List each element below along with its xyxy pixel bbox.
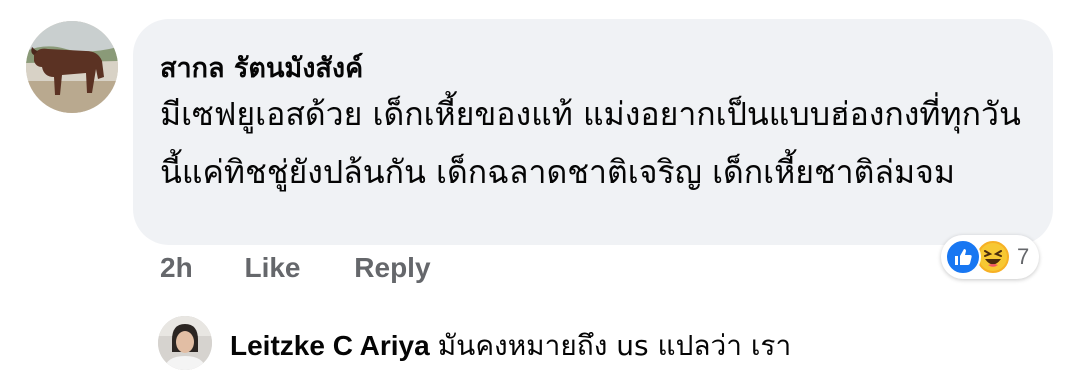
reply-text: มันคงหมายถึง us แปลว่า เรา xyxy=(437,329,792,362)
comment-author-name[interactable]: สากล รัตนมังสังค์ xyxy=(160,46,363,89)
reaction-count: 7 xyxy=(1017,244,1030,269)
comment-bubble: สากล รัตนมังสังค์ มีเซฟยูเอสด้วย เด็กเหี… xyxy=(133,19,1053,245)
cow-photo-icon xyxy=(26,21,118,113)
like-reaction-icon xyxy=(945,239,981,275)
like-button[interactable]: Like xyxy=(244,252,300,284)
comment-timestamp[interactable]: 2h xyxy=(160,252,193,284)
comment-text: มีเซฟยูเอสด้วย เด็กเหี้ยของแท้ แม่งอยากเ… xyxy=(160,95,1021,191)
reply-author-name[interactable]: Leitzke C Ariya xyxy=(230,330,430,361)
reply-button[interactable]: Reply xyxy=(354,252,430,284)
reply-comment: Leitzke C Ariya มันคงหมายถึง us แปลว่า เร… xyxy=(230,324,791,368)
commenter-avatar[interactable] xyxy=(26,21,118,113)
person-photo-icon xyxy=(158,316,212,370)
reply-author-avatar[interactable] xyxy=(158,316,212,370)
comment-actions: 2h Like Reply xyxy=(160,252,431,284)
reactions-summary[interactable]: 7 xyxy=(941,235,1040,279)
